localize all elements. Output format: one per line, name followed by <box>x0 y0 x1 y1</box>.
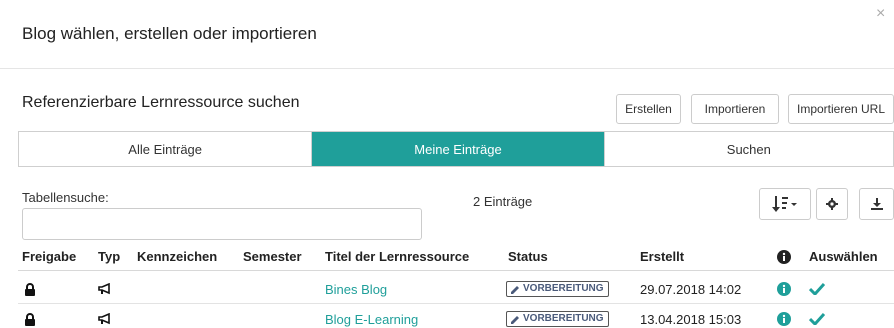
table-row: Blog E-Learning VORBEREITUNG 13.04.2018 … <box>18 306 894 328</box>
col-typ[interactable]: Typ <box>98 249 120 264</box>
status-badge: VORBEREITUNG <box>506 281 609 297</box>
select-check-icon[interactable] <box>809 276 825 302</box>
result-count: 2 Einträge <box>473 194 533 209</box>
col-semester[interactable]: Semester <box>243 249 302 264</box>
header-divider <box>0 68 894 69</box>
select-check-icon[interactable] <box>809 306 825 328</box>
table-search-input[interactable] <box>22 208 422 240</box>
pencil-icon <box>511 315 519 324</box>
tab-all-entries[interactable]: Alle Einträge <box>19 132 311 166</box>
gear-icon <box>826 198 838 210</box>
col-status[interactable]: Status <box>508 249 548 264</box>
resource-title-link[interactable]: Bines Blog <box>325 276 387 302</box>
col-freigabe[interactable]: Freigabe <box>22 249 76 264</box>
section-title: Referenzierbare Lernressource suchen <box>22 94 300 111</box>
import-url-button[interactable]: Importieren URL <box>788 94 894 124</box>
modal-title: Blog wählen, erstellen oder importieren <box>22 24 317 43</box>
download-button[interactable] <box>859 188 894 220</box>
close-icon[interactable]: × <box>876 6 885 22</box>
lock-icon <box>24 306 36 328</box>
created-date: 13.04.2018 15:03 <box>640 311 742 327</box>
import-button[interactable]: Importieren <box>691 94 779 124</box>
col-select: Auswählen <box>809 249 878 264</box>
created-date: 29.07.2018 14:02 <box>640 281 742 297</box>
table-row: Bines Blog VORBEREITUNG 29.07.2018 14:02 <box>18 276 894 302</box>
status-text: VORBEREITUNG <box>523 283 604 294</box>
info-icon[interactable] <box>777 306 791 328</box>
tab-search[interactable]: Suchen <box>603 132 893 166</box>
row-divider <box>18 303 894 304</box>
col-created[interactable]: Erstellt <box>640 249 684 264</box>
info-header-icon <box>777 250 791 264</box>
status-badge: VORBEREITUNG <box>506 311 609 327</box>
create-button[interactable]: Erstellen <box>616 94 681 124</box>
tab-my-entries[interactable]: Meine Einträge <box>311 132 604 166</box>
resource-title-link[interactable]: Blog E-Learning <box>325 306 418 328</box>
megaphone-icon <box>98 276 111 302</box>
lock-icon <box>24 276 36 302</box>
tab-bar: Alle Einträge Meine Einträge Suchen <box>18 131 894 167</box>
col-title[interactable]: Titel der Lernressource <box>325 249 469 264</box>
table-header-divider <box>18 270 894 271</box>
status-text: VORBEREITUNG <box>523 313 604 324</box>
megaphone-icon <box>98 306 111 328</box>
download-icon <box>870 198 883 210</box>
info-icon[interactable] <box>777 276 791 302</box>
table-search-label: Tabellensuche: <box>22 190 109 205</box>
settings-button[interactable] <box>816 188 848 220</box>
pencil-icon <box>511 285 519 294</box>
sort-icon <box>772 196 797 212</box>
sort-button[interactable] <box>759 188 811 220</box>
col-kennzeichen[interactable]: Kennzeichen <box>137 249 217 264</box>
